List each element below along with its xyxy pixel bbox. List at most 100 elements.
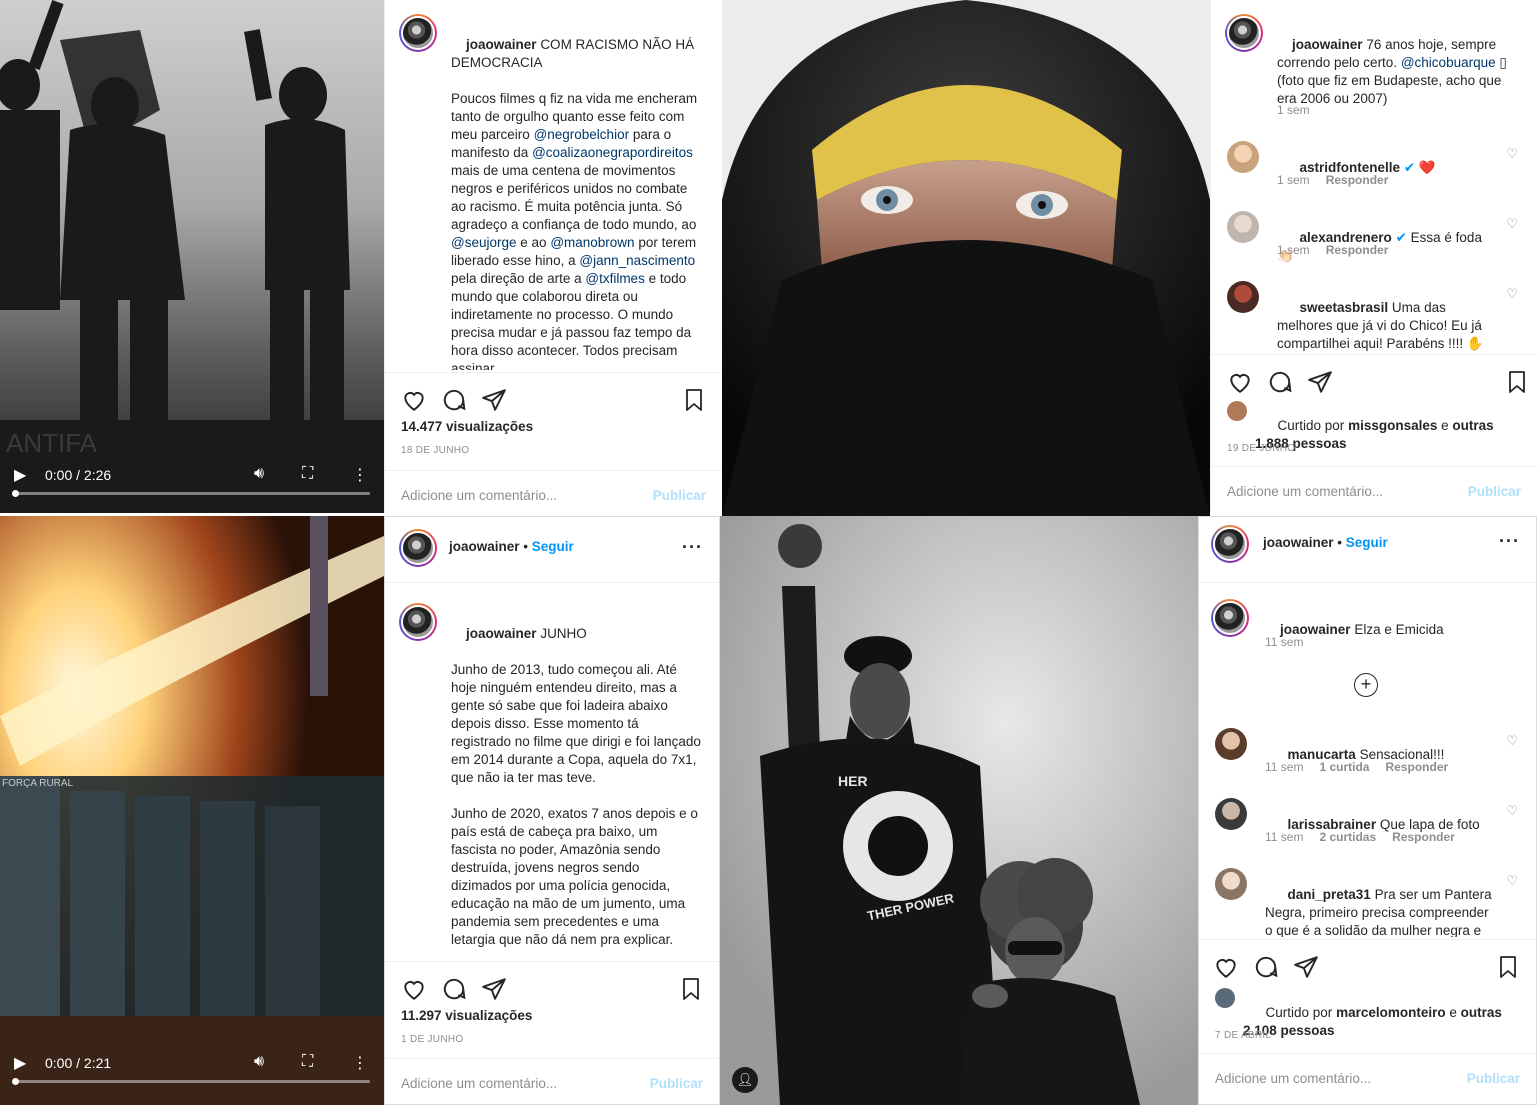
caption-username[interactable]: joaowainer: [1292, 37, 1363, 52]
bookmark-icon[interactable]: [1496, 954, 1520, 980]
comment-icon[interactable]: [1253, 954, 1279, 980]
share-icon[interactable]: [1293, 954, 1319, 980]
commenter-avatar[interactable]: [1227, 211, 1259, 243]
comment-input[interactable]: Adicione um comentário...: [1227, 484, 1383, 499]
commenter-avatar[interactable]: [1215, 868, 1247, 900]
bookmark-icon[interactable]: [679, 976, 703, 1002]
more-vertical-icon[interactable]: ⋮: [352, 1053, 368, 1073]
fullscreen-icon[interactable]: ⛶: [302, 1053, 313, 1071]
caption-time[interactable]: 11 sem: [1265, 635, 1303, 649]
load-more-comments-icon[interactable]: +: [1354, 673, 1378, 697]
post-date[interactable]: 19 DE JUNHO: [1227, 443, 1295, 454]
comment-time[interactable]: 11 sem: [1265, 830, 1303, 844]
heart-icon[interactable]: [1227, 369, 1253, 395]
avatar[interactable]: [399, 603, 437, 641]
comment-input[interactable]: Adicione um comentário...: [401, 1076, 557, 1091]
mention-link[interactable]: @seujorge: [451, 235, 517, 250]
avatar[interactable]: [399, 14, 437, 52]
mention-link[interactable]: @chicobuarque: [1401, 55, 1496, 70]
play-icon[interactable]: ▶: [14, 1053, 26, 1073]
post-date[interactable]: 7 DE ABRIL: [1215, 1030, 1271, 1041]
liker-avatar[interactable]: [1227, 401, 1247, 421]
comment-icon[interactable]: [441, 976, 467, 1002]
comment-input[interactable]: Adicione um comentário...: [401, 488, 557, 503]
liker-avatar[interactable]: [1215, 988, 1235, 1008]
share-icon[interactable]: [481, 387, 507, 413]
post3-video[interactable]: FORÇA RURAL ▶ 0:00 / 2:21 🔊︎ ⛶ ⋮: [0, 516, 384, 1105]
comment-icon[interactable]: [441, 387, 467, 413]
reply-button[interactable]: Responder: [1385, 760, 1448, 774]
caption-time[interactable]: 1 sem: [1277, 103, 1310, 117]
comment-username[interactable]: dani_preta31: [1288, 887, 1371, 902]
follow-button[interactable]: Seguir: [532, 539, 574, 554]
mention-link[interactable]: @txfilmes: [585, 271, 644, 286]
comment-username[interactable]: sweetasbrasil: [1300, 300, 1389, 315]
caption-username[interactable]: joaowainer: [466, 37, 537, 52]
comment-like-icon[interactable]: ♡: [1506, 146, 1518, 162]
comment-likes[interactable]: 2 curtidas: [1319, 830, 1376, 844]
bookmark-icon[interactable]: [1505, 369, 1529, 395]
avatar[interactable]: [1211, 599, 1249, 637]
comment-time[interactable]: 1 sem: [1277, 243, 1310, 257]
video-progress-track[interactable]: [12, 1078, 370, 1085]
comment-like-icon[interactable]: ♡: [1506, 873, 1518, 889]
video-progress-knob[interactable]: [12, 490, 19, 497]
mention-link[interactable]: @coalizaonegrapordireitos: [532, 145, 693, 160]
publish-button[interactable]: Publicar: [1467, 1071, 1520, 1086]
liker-username[interactable]: marcelomonteiro: [1336, 1005, 1446, 1020]
more-vertical-icon[interactable]: ⋮: [352, 465, 368, 485]
commenter-avatar[interactable]: [1215, 798, 1247, 830]
view-count[interactable]: 14.477 visualizações: [401, 419, 533, 434]
liker-username[interactable]: missgonsales: [1348, 418, 1437, 433]
comment-like-icon[interactable]: ♡: [1506, 803, 1518, 819]
comment-input[interactable]: Adicione um comentário...: [1215, 1071, 1371, 1086]
comment-time[interactable]: 11 sem: [1265, 760, 1303, 774]
share-icon[interactable]: [1307, 369, 1333, 395]
volume-icon[interactable]: 🔊︎: [254, 1053, 264, 1071]
post-date[interactable]: 1 DE JUNHO: [401, 1034, 463, 1045]
reply-button[interactable]: Responder: [1326, 243, 1389, 257]
comment-likes[interactable]: 1 curtida: [1319, 760, 1369, 774]
header-username[interactable]: joaowainer: [449, 539, 520, 554]
mention-link[interactable]: @manobrown: [550, 235, 634, 250]
view-count[interactable]: 11.297 visualizações: [401, 1008, 532, 1023]
video-progress-track[interactable]: [12, 490, 370, 497]
commenter-avatar[interactable]: [1227, 281, 1259, 313]
share-icon[interactable]: [481, 976, 507, 1002]
commenter-avatar[interactable]: [1227, 141, 1259, 173]
comment-icon[interactable]: [1267, 369, 1293, 395]
commenter-avatar[interactable]: [1215, 728, 1247, 760]
avatar[interactable]: [399, 529, 437, 567]
post2-photo[interactable]: [722, 0, 1210, 516]
mention-link[interactable]: @jann_nascimento: [579, 253, 695, 268]
comment-time[interactable]: 1 sem: [1277, 173, 1310, 187]
post4-photo[interactable]: HER THER POWER 👤︎: [720, 516, 1198, 1105]
reply-button[interactable]: Responder: [1392, 830, 1455, 844]
video-progress-knob[interactable]: [12, 1078, 19, 1085]
header-username[interactable]: joaowainer: [1263, 535, 1334, 550]
fullscreen-icon[interactable]: ⛶: [302, 465, 313, 483]
heart-icon[interactable]: [401, 387, 427, 413]
mention-link[interactable]: @negrobelchior: [534, 127, 630, 142]
post1-video[interactable]: ANTIFA ▶ 0:00 / 2:26 🔊︎ ⛶ ⋮: [0, 0, 384, 513]
more-options-icon[interactable]: ···: [682, 537, 703, 558]
comment-like-icon[interactable]: ♡: [1506, 216, 1518, 232]
publish-button[interactable]: Publicar: [650, 1076, 703, 1091]
reply-button[interactable]: Responder: [1326, 173, 1389, 187]
play-icon[interactable]: ▶: [14, 465, 26, 485]
caption-username[interactable]: joaowainer: [466, 626, 537, 641]
avatar[interactable]: [1211, 525, 1249, 563]
bookmark-icon[interactable]: [682, 387, 706, 413]
volume-icon[interactable]: 🔊︎: [254, 465, 264, 483]
comment-like-icon[interactable]: ♡: [1506, 733, 1518, 749]
more-options-icon[interactable]: ···: [1499, 531, 1520, 552]
publish-button[interactable]: Publicar: [653, 488, 706, 503]
follow-button[interactable]: Seguir: [1346, 535, 1388, 550]
comment-like-icon[interactable]: ♡: [1506, 286, 1518, 302]
avatar[interactable]: [1225, 14, 1263, 52]
post-date[interactable]: 18 DE JUNHO: [401, 445, 469, 456]
heart-icon[interactable]: [1213, 954, 1239, 980]
publish-button[interactable]: Publicar: [1468, 484, 1521, 499]
user-tag-icon[interactable]: 👤︎: [732, 1067, 758, 1093]
heart-icon[interactable]: [401, 976, 427, 1002]
